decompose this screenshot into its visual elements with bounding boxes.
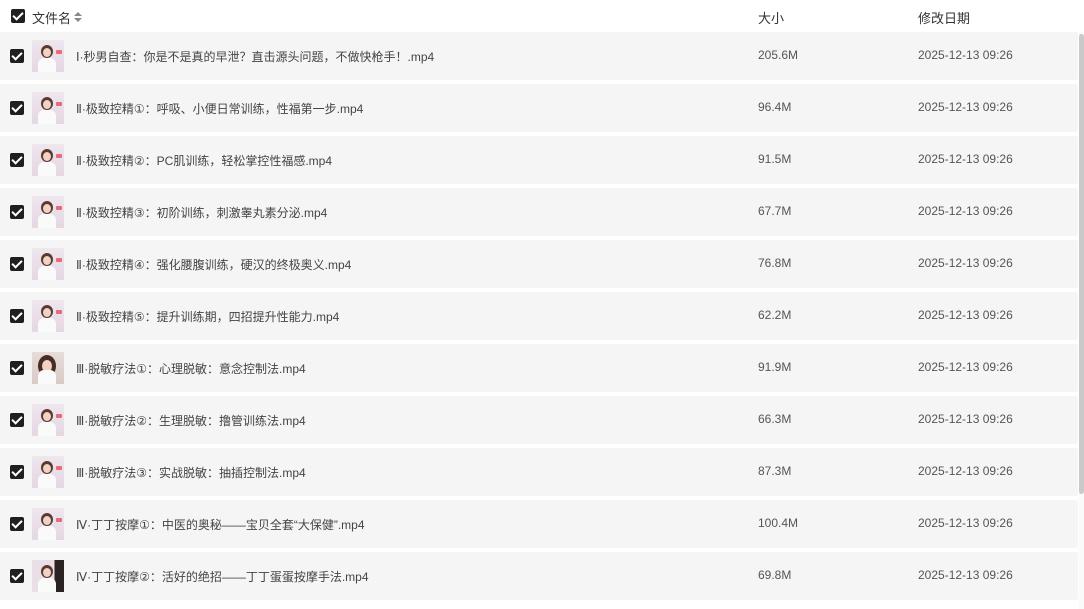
file-name[interactable]: Ⅱ·极致控精③：初阶训练，刺激睾丸素分泌.mp4 (76, 204, 327, 221)
file-row[interactable]: Ⅳ·丁丁按摩②：活好的绝招——丁丁蛋蛋按摩手法.mp4 69.8M 2025-1… (0, 552, 1078, 600)
column-header-name-label: 文件名 (32, 11, 72, 26)
row-checkbox[interactable] (10, 257, 24, 271)
row-checkbox[interactable] (10, 413, 24, 427)
row-checkbox[interactable] (10, 49, 24, 63)
file-row[interactable]: Ⅲ·脱敏疗法②：生理脱敏：撸管训练法.mp4 66.3M 2025-12-13 … (0, 396, 1078, 444)
file-row[interactable]: Ⅲ·脱敏疗法③：实战脱敏：抽插控制法.mp4 87.3M 2025-12-13 … (0, 448, 1078, 496)
file-row[interactable]: Ⅳ·丁丁按摩①：中医的奥秘——宝贝全套“大保健”.mp4 100.4M 2025… (0, 500, 1078, 548)
file-row[interactable]: Ⅱ·极致控精②：PC肌训练，轻松掌控性福感.mp4 91.5M 2025-12-… (0, 136, 1078, 184)
row-checkbox[interactable] (10, 465, 24, 479)
file-row[interactable]: Ⅲ·脱敏疗法①：心理脱敏：意念控制法.mp4 91.9M 2025-12-13 … (0, 344, 1078, 392)
file-size: 91.9M (758, 360, 792, 374)
vertical-scrollbar[interactable] (1079, 32, 1084, 609)
file-name[interactable]: Ⅱ·极致控精①：呼吸、小便日常训练，性福第一步.mp4 (76, 100, 363, 117)
file-row[interactable]: Ⅱ·极致控精①：呼吸、小便日常训练，性福第一步.mp4 96.4M 2025-1… (0, 84, 1078, 132)
file-date: 2025-12-13 09:26 (918, 464, 1013, 478)
sort-icon[interactable] (74, 11, 83, 24)
video-thumbnail (32, 404, 64, 436)
file-name[interactable]: Ⅲ·脱敏疗法①：心理脱敏：意念控制法.mp4 (76, 360, 306, 377)
list-header: 文件名 大小 修改日期 (0, 0, 1084, 32)
file-name[interactable]: Ⅱ·极致控精④：强化腰腹训练，硬汉的终极奥义.mp4 (76, 256, 351, 273)
file-row[interactable]: Ⅱ·极致控精③：初阶训练，刺激睾丸素分泌.mp4 67.7M 2025-12-1… (0, 188, 1078, 236)
file-list-view: 文件名 大小 修改日期 Ⅰ·秒男自查：你是不是真的早泄？直击源头问题，不做快枪手… (0, 0, 1084, 609)
column-header-name[interactable]: 文件名 (32, 8, 83, 27)
row-checkbox[interactable] (10, 309, 24, 323)
file-name[interactable]: Ⅱ·极致控精②：PC肌训练，轻松掌控性福感.mp4 (76, 152, 332, 169)
file-name[interactable]: Ⅱ·极致控精⑤：提升训练期，四招提升性能力.mp4 (76, 308, 339, 325)
video-thumbnail (32, 300, 64, 332)
file-date: 2025-12-13 09:26 (918, 516, 1013, 530)
file-size: 66.3M (758, 412, 792, 426)
video-thumbnail (32, 352, 64, 384)
video-thumbnail (32, 40, 64, 72)
file-date: 2025-12-13 09:26 (918, 568, 1013, 582)
file-name[interactable]: Ⅳ·丁丁按摩①：中医的奥秘——宝贝全套“大保健”.mp4 (76, 516, 365, 533)
file-size: 205.6M (758, 48, 799, 62)
row-checkbox[interactable] (10, 569, 24, 583)
video-thumbnail (32, 560, 64, 592)
video-thumbnail (32, 144, 64, 176)
row-checkbox[interactable] (10, 205, 24, 219)
file-name[interactable]: Ⅲ·脱敏疗法②：生理脱敏：撸管训练法.mp4 (76, 412, 306, 429)
file-size: 87.3M (758, 464, 792, 478)
file-date: 2025-12-13 09:26 (918, 48, 1013, 62)
select-all-checkbox[interactable] (11, 9, 25, 23)
file-date: 2025-12-13 09:26 (918, 204, 1013, 218)
file-date: 2025-12-13 09:26 (918, 152, 1013, 166)
video-thumbnail (32, 92, 64, 124)
file-date: 2025-12-13 09:26 (918, 308, 1013, 322)
file-name[interactable]: Ⅳ·丁丁按摩②：活好的绝招——丁丁蛋蛋按摩手法.mp4 (76, 568, 369, 585)
video-thumbnail (32, 456, 64, 488)
file-row[interactable]: Ⅱ·极致控精④：强化腰腹训练，硬汉的终极奥义.mp4 76.8M 2025-12… (0, 240, 1078, 288)
video-thumbnail (32, 508, 64, 540)
row-checkbox[interactable] (10, 517, 24, 531)
row-checkbox[interactable] (10, 101, 24, 115)
file-name[interactable]: Ⅰ·秒男自查：你是不是真的早泄？直击源头问题，不做快枪手！.mp4 (76, 48, 434, 65)
scrollbar-thumb[interactable] (1079, 34, 1084, 494)
file-list: Ⅰ·秒男自查：你是不是真的早泄？直击源头问题，不做快枪手！.mp4 205.6M… (0, 32, 1078, 604)
row-checkbox[interactable] (10, 361, 24, 375)
video-thumbnail (32, 196, 64, 228)
file-size: 100.4M (758, 516, 799, 530)
file-date: 2025-12-13 09:26 (918, 100, 1013, 114)
file-row[interactable]: Ⅱ·极致控精⑤：提升训练期，四招提升性能力.mp4 62.2M 2025-12-… (0, 292, 1078, 340)
file-date: 2025-12-13 09:26 (918, 412, 1013, 426)
file-size: 76.8M (758, 256, 792, 270)
file-size: 62.2M (758, 308, 792, 322)
file-size: 69.8M (758, 568, 792, 582)
column-header-date[interactable]: 修改日期 (918, 8, 970, 27)
file-size: 91.5M (758, 152, 792, 166)
file-date: 2025-12-13 09:26 (918, 360, 1013, 374)
file-name[interactable]: Ⅲ·脱敏疗法③：实战脱敏：抽插控制法.mp4 (76, 464, 306, 481)
file-date: 2025-12-13 09:26 (918, 256, 1013, 270)
row-checkbox[interactable] (10, 153, 24, 167)
file-size: 96.4M (758, 100, 792, 114)
column-header-size[interactable]: 大小 (758, 8, 784, 27)
file-size: 67.7M (758, 204, 792, 218)
video-thumbnail (32, 248, 64, 280)
file-row[interactable]: Ⅰ·秒男自查：你是不是真的早泄？直击源头问题，不做快枪手！.mp4 205.6M… (0, 32, 1078, 80)
